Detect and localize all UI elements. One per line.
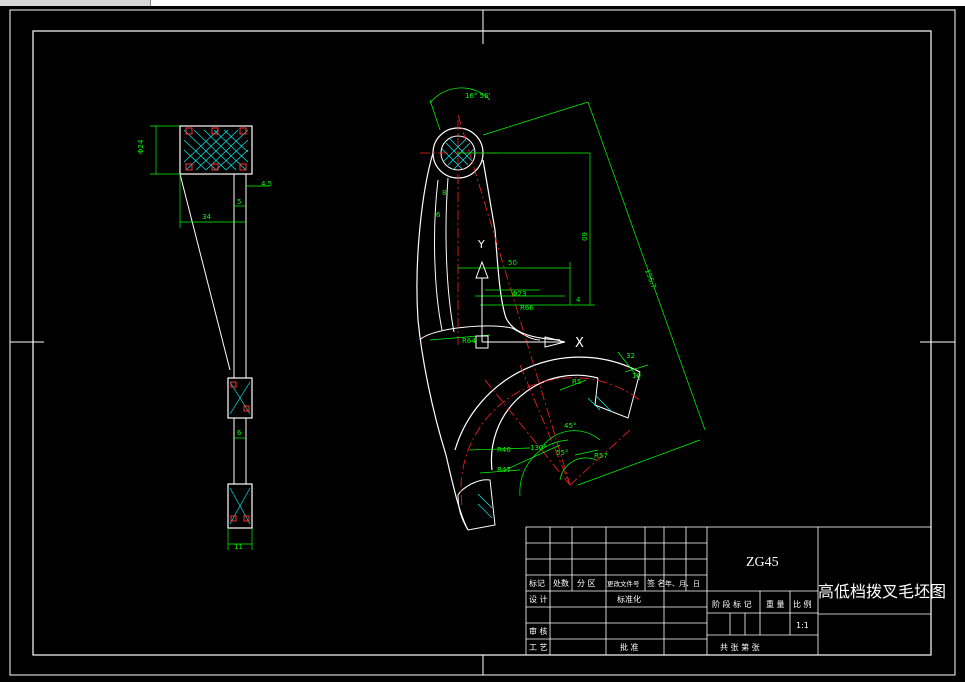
dim-55: 55° [556, 449, 568, 457]
tb-sheet: 共 张 第 张 [720, 642, 760, 652]
dim-50: 50 [508, 259, 517, 267]
dim-angle-top: 16° 56' [465, 92, 491, 100]
dim-r46: R46 [497, 446, 511, 454]
tb-review: 审 核 [529, 626, 548, 636]
dim-32: 32 [626, 352, 635, 360]
inner-frame [32, 30, 932, 656]
tb-header-2: 分 区 [577, 579, 596, 588]
left-boss-marks [185, 127, 247, 171]
tb-header-1: 处数 [553, 578, 569, 588]
dim-r-a: Φ23 [512, 290, 526, 298]
tb-ratio: 比 例 [793, 599, 812, 609]
dim-left-rib: 5 [237, 198, 241, 206]
left-view: Φ24 4.5 34 5 6 11 [137, 125, 272, 551]
dim-130: 130° [530, 444, 547, 452]
tb-header-5: 年、月、日 [665, 579, 700, 588]
dim-8: 8 [442, 189, 446, 197]
tb-header-0: 标记 [529, 578, 545, 588]
tb-material: ZG45 [746, 555, 779, 570]
tb-weight: 重 量 [766, 599, 785, 609]
dim-10: 10 [632, 372, 641, 380]
dim-r-c: R64 [462, 337, 476, 345]
dim-45: 45° [564, 422, 576, 430]
axis-y-label: Y [477, 238, 485, 251]
dim-left-height: Φ24 [137, 139, 145, 154]
tb-scale: 1:1 [796, 621, 809, 630]
dim-4: 4 [576, 296, 581, 304]
dim-left-web: 6 [237, 429, 242, 437]
tb-stage: 阶 段 标 记 [712, 599, 752, 609]
dim-6: 6 [436, 211, 441, 219]
cad-drawing-canvas[interactable]: Φ24 4.5 34 5 6 11 Y X 16° 56' 60 50 156.… [0, 0, 965, 682]
dim-156: 156.7 [643, 268, 657, 290]
dim-r-b: R66 [520, 304, 534, 312]
dim-left-width: 34 [202, 213, 211, 221]
tb-approve: 批 准 [620, 642, 639, 652]
axis-x-label: X [575, 336, 584, 351]
dim-left-thickness: 4.5 [261, 180, 272, 188]
tb-drawing-title: 高低档拨叉毛坯图 [818, 583, 946, 601]
tb-process: 工 艺 [529, 643, 548, 652]
main-view: Y X 16° 56' 60 50 156.7 Φ23 R66 R64 8 6 … [416, 87, 706, 531]
dim-r47: R47 [497, 466, 511, 474]
tb-header-3: 更改文件号 [607, 579, 640, 588]
dim-r5: R5 [572, 378, 581, 386]
dim-60: 60 [580, 232, 588, 241]
tb-standard: 标准化 [617, 594, 641, 604]
dim-r57: R57 [594, 452, 608, 460]
tb-header-4: 签 名 [647, 578, 666, 588]
left-boss-outline [179, 125, 253, 175]
dim-left-bottom-width: 11 [234, 543, 243, 551]
tb-design: 设 计 [529, 594, 548, 604]
